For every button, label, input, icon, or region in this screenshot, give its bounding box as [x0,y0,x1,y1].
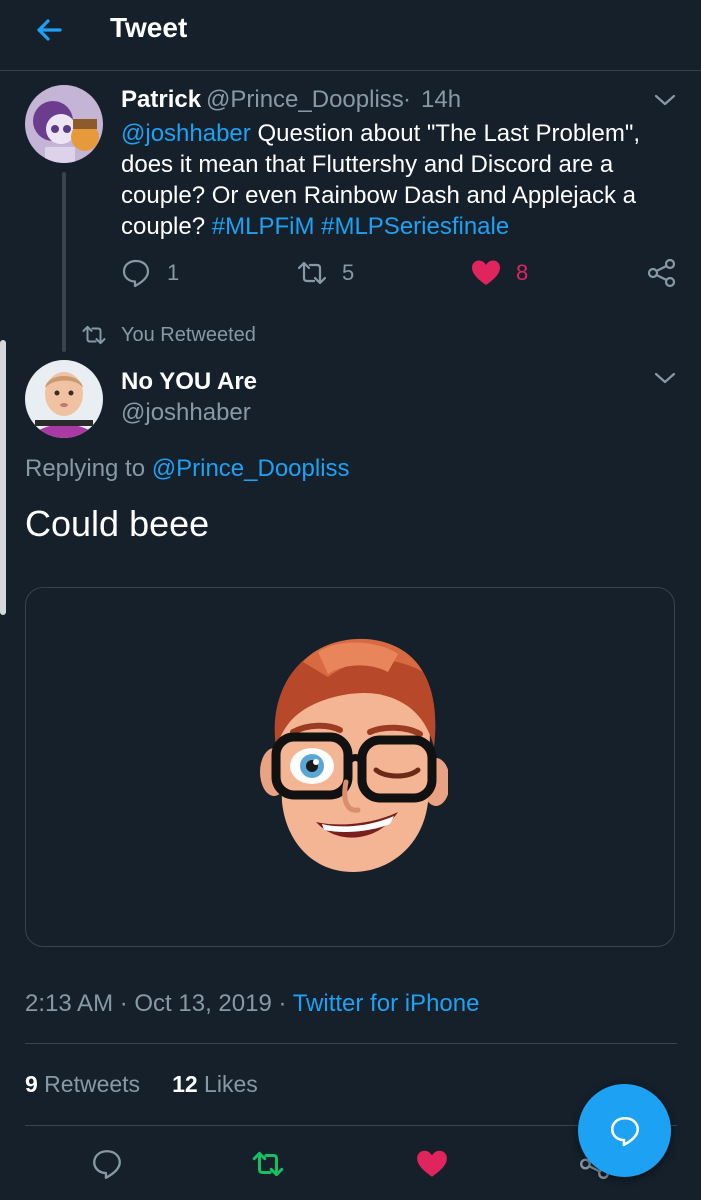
share-icon[interactable] [646,257,678,289]
top-bar [0,0,701,71]
tweet-meta: 2:13 AM · Oct 13, 2019 · Twitter for iPh… [25,988,479,1020]
retweet-icon[interactable] [250,1147,286,1181]
replying-prefix: Replying to [25,455,152,482]
retweet-icon[interactable] [296,257,328,289]
likes-stat[interactable]: 12 Likes [172,1071,258,1097]
tweet-time: 14h [421,86,462,113]
memoji-image [258,632,450,882]
mention-link[interactable]: @joshhaber [121,120,251,147]
divider [25,1043,677,1044]
retweets-stat[interactable]: 9 Retweets [25,1071,140,1097]
heart-icon[interactable] [415,1147,449,1181]
retweet-icon [80,322,108,348]
reply-icon[interactable] [120,257,152,289]
author-name[interactable]: No YOU Are [121,366,257,398]
retweet-count: 5 [342,260,355,285]
tweet-stats: 9 Retweets 12 Likes [25,1068,258,1100]
tweet-text: @joshhaber Question about "The Last Prob… [121,118,661,242]
reply-icon[interactable] [90,1147,124,1181]
author-handle[interactable]: @Prince_Doopliss [206,84,404,116]
avatar[interactable] [25,85,103,163]
arrow-left-icon[interactable] [30,10,70,50]
replying-to: Replying to @Prince_Doopliss [25,452,350,486]
tweet-text: Could beee [25,503,210,544]
author-name[interactable]: Patrick [121,84,201,116]
hashtag-link[interactable]: #MLPSeriesfinale [321,213,509,240]
chevron-down-icon[interactable] [650,88,680,112]
avatar[interactable] [25,360,103,438]
thread-line [62,172,66,352]
compose-icon [608,1114,642,1148]
author-handle[interactable]: @joshhaber [121,397,251,429]
retweet-note: You Retweeted [121,324,256,346]
page-title: Tweet [110,12,188,43]
mention-link[interactable]: @Prince_Doopliss [152,455,350,482]
reply-count: 1 [167,260,180,285]
separator-dot: · [403,86,411,113]
hashtag-link[interactable]: #MLPFiM [212,213,315,240]
heart-icon[interactable] [470,257,502,289]
tweet-timestamp: 2:13 AM · Oct 13, 2019 · [25,990,293,1017]
like-count: 8 [516,260,529,285]
scrollbar-thumb[interactable] [0,340,6,615]
chevron-down-icon[interactable] [650,366,680,390]
source-link[interactable]: Twitter for iPhone [293,990,480,1017]
